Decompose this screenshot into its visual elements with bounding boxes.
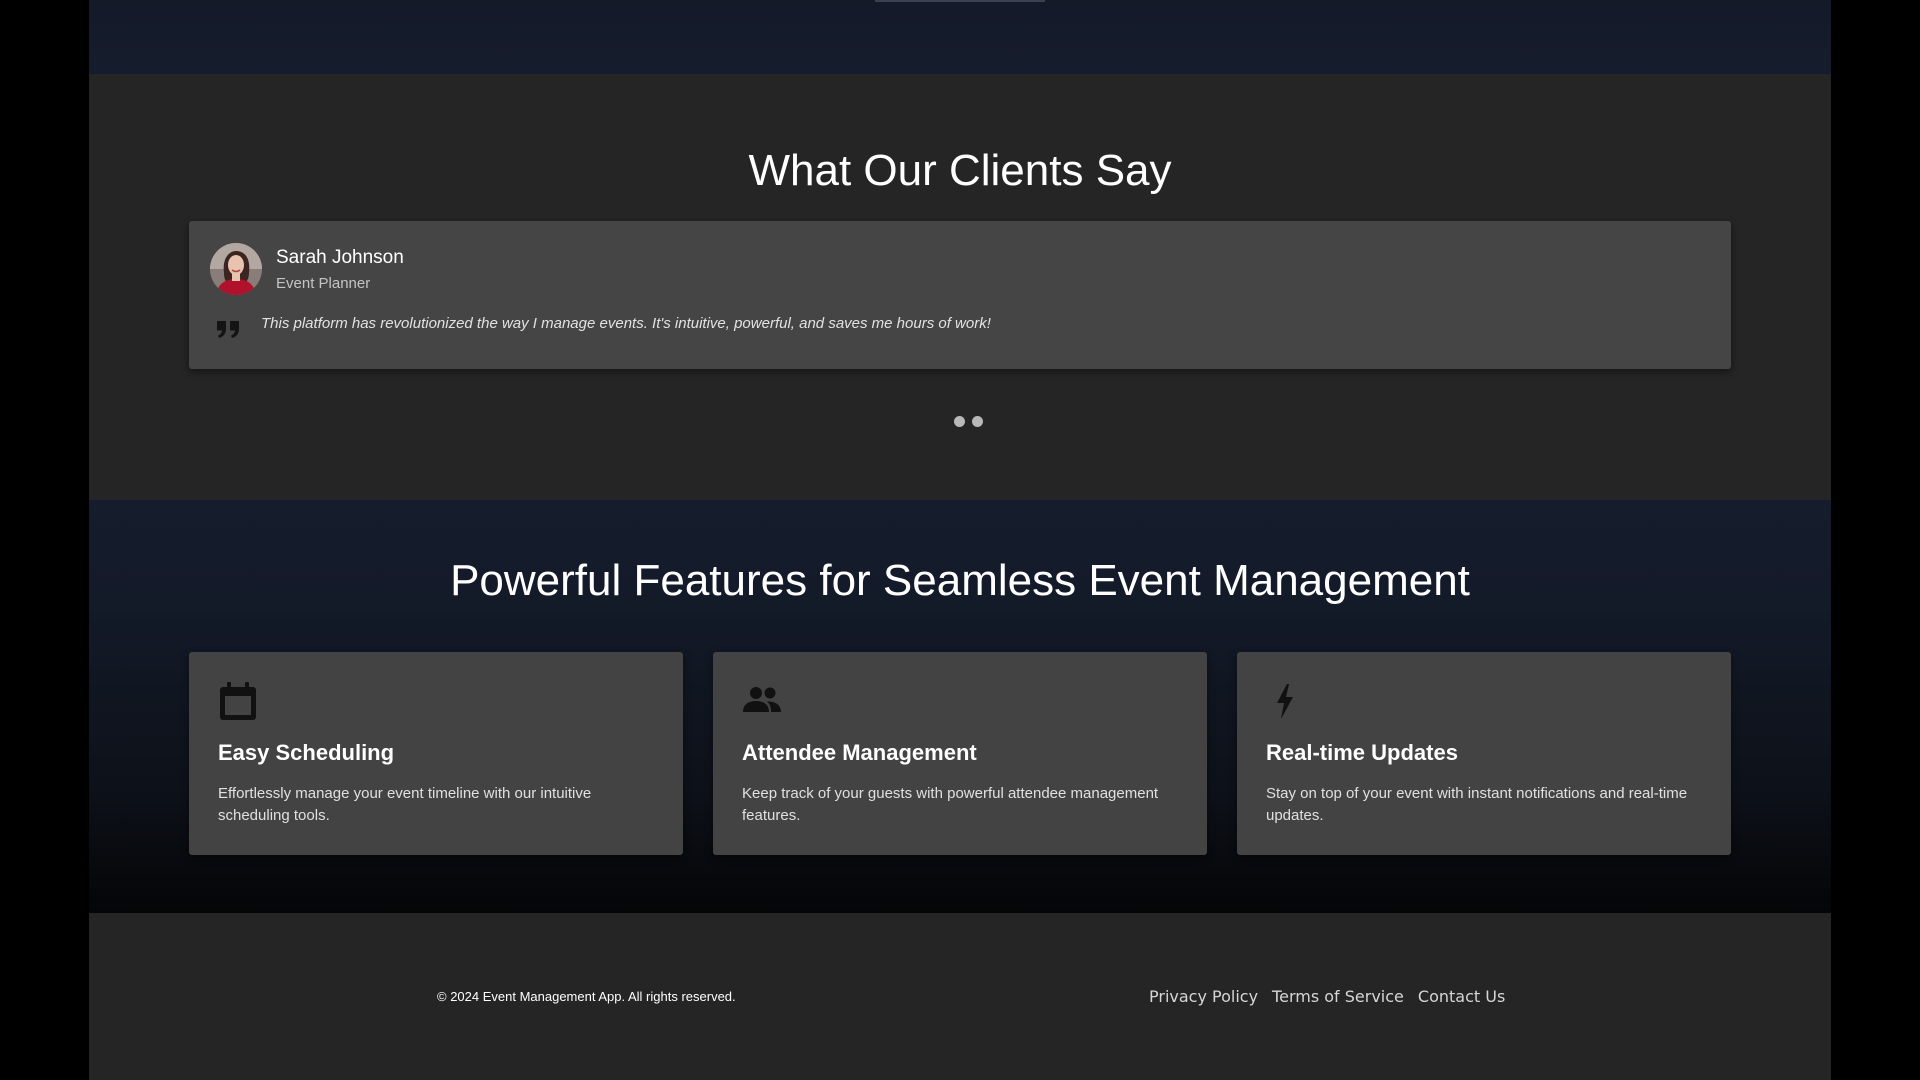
lightning-icon xyxy=(1265,680,1307,722)
footer: © 2024 Event Management App. All rights … xyxy=(89,913,1831,1080)
avatar xyxy=(210,243,262,295)
feature-description: Stay on top of your event with instant n… xyxy=(1266,785,1688,824)
testimonials-section: What Our Clients Say Sarah Johnson Event… xyxy=(89,74,1831,500)
testimonial-card: Sarah Johnson Event Planner This platfor… xyxy=(189,221,1731,369)
features-section: Powerful Features for Seamless Event Man… xyxy=(89,500,1831,913)
calendar-icon xyxy=(217,680,259,722)
quote-icon xyxy=(216,319,242,339)
carousel-dots xyxy=(89,416,1831,428)
feature-title: Easy Scheduling xyxy=(218,740,395,765)
terms-of-service-link[interactable]: Terms of Service xyxy=(1272,987,1404,1006)
feature-title: Real-time Updates xyxy=(1266,740,1458,765)
header-band xyxy=(89,0,1831,74)
header-divider xyxy=(875,0,1045,2)
privacy-policy-link[interactable]: Privacy Policy xyxy=(1149,987,1258,1006)
feature-card-attendees: Attendee Management Keep track of your g… xyxy=(713,652,1207,855)
copyright-text: © 2024 Event Management App. All rights … xyxy=(437,989,736,1004)
testimonial-quote: This platform has revolutionized the way… xyxy=(261,315,991,332)
page: What Our Clients Say Sarah Johnson Event… xyxy=(89,0,1831,1080)
feature-card-scheduling: Easy Scheduling Effortlessly manage your… xyxy=(189,652,683,855)
testimonial-name: Sarah Johnson xyxy=(276,247,404,268)
feature-description: Effortlessly manage your event timeline … xyxy=(218,785,592,824)
avatar-image xyxy=(210,243,262,295)
footer-links: Privacy Policy Terms of Service Contact … xyxy=(1149,987,1505,1006)
carousel-dot-2[interactable] xyxy=(972,416,983,427)
contact-us-link[interactable]: Contact Us xyxy=(1418,987,1505,1006)
testimonials-title: What Our Clients Say xyxy=(748,146,1172,195)
feature-card-updates: Real-time Updates Stay on top of your ev… xyxy=(1237,652,1731,855)
people-icon xyxy=(741,680,783,722)
testimonial-role: Event Planner xyxy=(276,275,371,292)
carousel-dot-1[interactable] xyxy=(954,416,965,427)
feature-title: Attendee Management xyxy=(742,740,977,765)
feature-description: Keep track of your guests with powerful … xyxy=(742,785,1159,824)
features-title: Powerful Features for Seamless Event Man… xyxy=(450,556,1470,605)
